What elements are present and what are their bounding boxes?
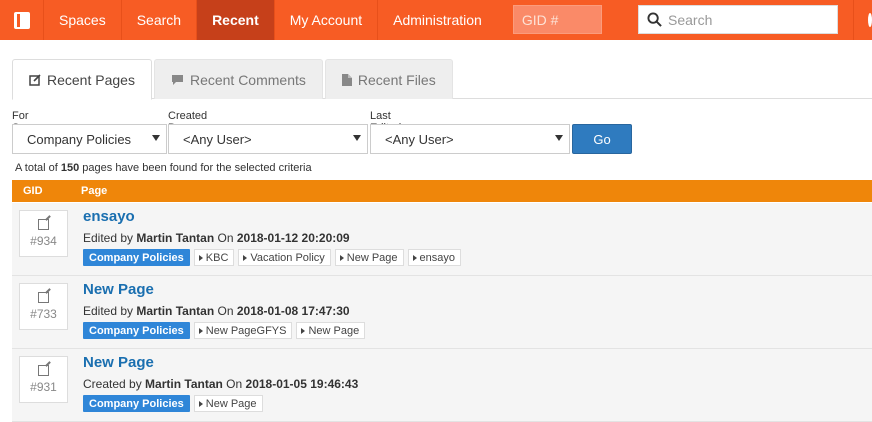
table-row: #931 New Page Created by Martin Tantan O… [12, 349, 872, 422]
page-labels: Company Policies KBC Vacation Policy New… [83, 249, 462, 266]
search-icon [647, 12, 662, 27]
edit-user[interactable]: Martin Tantan [145, 377, 223, 391]
gid-value: #733 [30, 307, 57, 321]
nav-search[interactable]: Search [122, 0, 198, 40]
recent-tabs: Recent Pages Recent Comments Recent File… [12, 59, 872, 100]
gid-box[interactable]: #931 [19, 356, 68, 403]
space-label[interactable]: Company Policies [83, 395, 190, 412]
page-label[interactable]: New PageGFYS [193, 322, 293, 339]
created-by-select[interactable]: <Any User> [168, 124, 368, 154]
edit-action: Edited by [83, 304, 137, 318]
page-label[interactable]: New Page [193, 395, 263, 412]
page-edit-info: Edited by Martin Tantan On 2018-01-08 17… [83, 304, 350, 318]
page-edit-info: Created by Martin Tantan On 2018-01-05 1… [83, 377, 358, 391]
col-gid: GID [23, 185, 43, 197]
edit-icon [29, 73, 41, 86]
page-labels: Company Policies New PageGFYS New Page [83, 322, 366, 339]
page-label[interactable]: New Page [296, 322, 366, 339]
comment-icon [171, 74, 183, 85]
page-label-text: New PageGFYS [205, 324, 287, 337]
page-label-text: New Page [346, 251, 398, 264]
chevron-down-icon [555, 135, 563, 141]
page-title-link[interactable]: New Page [83, 281, 154, 298]
edit-date: 2018-01-05 19:46:43 [245, 377, 359, 391]
edit-on: On [214, 231, 237, 245]
created-by-value: <Any User> [183, 131, 252, 147]
space-label[interactable]: Company Policies [83, 322, 190, 339]
caret-right-icon [198, 400, 203, 407]
chevron-down-icon [353, 135, 361, 141]
edit-action: Edited by [83, 231, 137, 245]
summary-prefix: A total of [15, 162, 61, 174]
page-label[interactable]: KBC [193, 249, 235, 266]
nav-recent[interactable]: Recent [197, 0, 275, 40]
table-header: GID Page [12, 180, 872, 202]
gid-input[interactable] [512, 5, 602, 34]
edit-user[interactable]: Martin Tantan [136, 231, 214, 245]
summary-suffix: pages have been found for the selected c… [79, 162, 312, 174]
gid-box[interactable]: #733 [19, 283, 68, 330]
caret-right-icon [198, 327, 203, 334]
file-icon [341, 73, 352, 86]
search-input[interactable] [668, 11, 828, 28]
app-logo-icon[interactable] [0, 0, 44, 40]
page-label-text: Vacation Policy [250, 251, 325, 264]
tab-recent-comments[interactable]: Recent Comments [153, 59, 323, 99]
page-labels: Company Policies New Page [83, 395, 263, 412]
col-page: Page [81, 185, 108, 197]
table-row: #934 ensayo Edited by Martin Tantan On 2… [12, 203, 872, 276]
gid-value: #934 [30, 234, 57, 248]
last-edited-value: <Any User> [385, 131, 454, 147]
edit-icon [38, 292, 49, 303]
edit-on: On [222, 377, 246, 391]
page-edit-info: Edited by Martin Tantan On 2018-01-12 20… [83, 231, 350, 245]
search-field[interactable] [638, 5, 838, 34]
page-label-text: ensayo [419, 251, 456, 264]
page-label[interactable]: ensayo [407, 249, 462, 266]
tab-label: Recent Pages [47, 71, 135, 88]
tab-label: Recent Files [357, 71, 436, 88]
caret-right-icon [339, 254, 344, 261]
results-count: 150 [60, 162, 80, 174]
page-label[interactable]: Vacation Policy [238, 249, 331, 266]
last-edited-select[interactable]: <Any User> [370, 124, 570, 154]
page-title-link[interactable]: ensayo [83, 208, 135, 225]
page-label[interactable]: New Page [334, 249, 404, 266]
space-label[interactable]: Company Policies [83, 249, 190, 266]
caret-right-icon [198, 254, 203, 261]
space-select[interactable]: Company Policies [12, 124, 167, 154]
nav-my-account[interactable]: My Account [275, 0, 379, 40]
go-button[interactable]: Go [572, 124, 632, 154]
edit-date: 2018-01-08 17:47:30 [236, 304, 350, 318]
tab-label: Recent Comments [189, 71, 306, 88]
page-label-text: New Page [308, 324, 360, 337]
edit-icon [38, 365, 49, 376]
table-row: #733 New Page Edited by Martin Tantan On… [12, 276, 872, 349]
page-label-text: KBC [205, 251, 229, 264]
edit-action: Created by [83, 377, 146, 391]
page-title-link[interactable]: New Page [83, 354, 154, 371]
nav-spaces[interactable]: Spaces [44, 0, 122, 40]
space-select-value: Company Policies [27, 131, 132, 147]
edit-on: On [214, 304, 237, 318]
gid-value: #931 [30, 380, 57, 394]
caret-right-icon [301, 327, 306, 334]
results-summary: A total of 150 pages have been found for… [15, 162, 312, 174]
gid-box[interactable]: #934 [19, 210, 68, 257]
chevron-down-icon [152, 135, 160, 141]
user-menu-icon[interactable] [853, 0, 872, 40]
edit-date: 2018-01-12 20:20:09 [236, 231, 350, 245]
tab-recent-files[interactable]: Recent Files [324, 59, 453, 99]
edit-user[interactable]: Martin Tantan [136, 304, 214, 318]
tab-recent-pages[interactable]: Recent Pages [12, 59, 152, 100]
edit-icon [38, 219, 49, 230]
caret-right-icon [243, 254, 248, 261]
nav-administration[interactable]: Administration [378, 0, 497, 40]
caret-right-icon [412, 254, 417, 261]
